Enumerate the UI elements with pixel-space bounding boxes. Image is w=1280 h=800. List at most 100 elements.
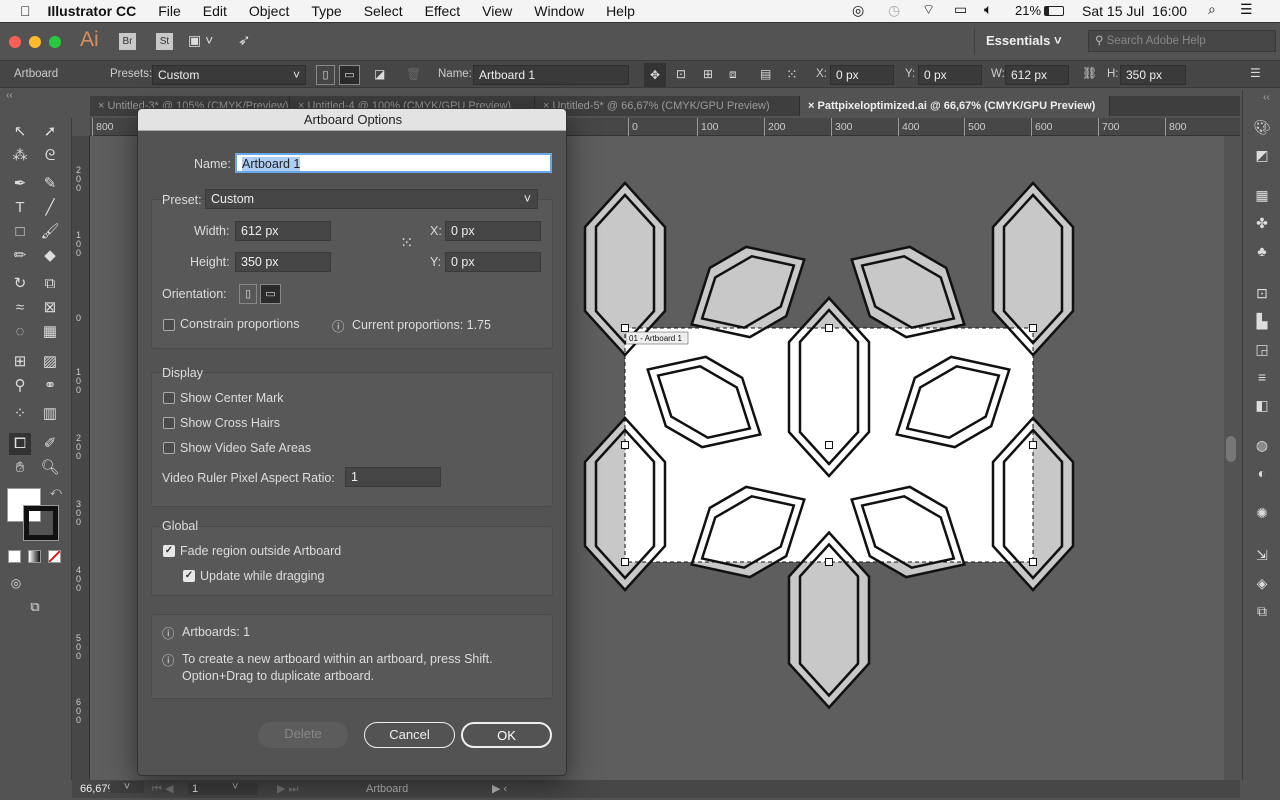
reference-point-icon[interactable]: ⁙: [400, 233, 413, 253]
hand-tool-icon[interactable]: ✋︎: [9, 457, 31, 479]
resize-handle[interactable]: [825, 441, 833, 449]
resize-handle[interactable]: [1029, 324, 1037, 332]
x-input[interactable]: [830, 65, 894, 85]
export-icon[interactable]: ⇲: [1253, 546, 1271, 564]
resize-handle[interactable]: [825, 324, 833, 332]
menu-select[interactable]: Select: [353, 3, 414, 19]
pathfinder-icon[interactable]: ◲: [1253, 340, 1271, 358]
minimize-window-button[interactable]: [29, 36, 41, 48]
new-artboard-icon[interactable]: ◪: [374, 67, 385, 81]
lasso-icon[interactable]: ᘓ: [39, 145, 61, 167]
eraser-icon[interactable]: ◆: [39, 245, 61, 267]
preset-dropdown[interactable]: Custom ˅: [205, 189, 538, 209]
height-input[interactable]: [235, 252, 331, 272]
transparency-icon[interactable]: ◍: [1253, 436, 1271, 454]
x-input[interactable]: [445, 221, 541, 241]
tab-untitled-5[interactable]: × Untitled-5* @ 66,67% (CMYK/GPU Preview…: [535, 96, 800, 116]
rectangle-tool-icon[interactable]: □: [9, 221, 31, 243]
gradient-icon[interactable]: ◧: [1253, 396, 1271, 414]
y-input[interactable]: [445, 252, 541, 272]
status-tool[interactable]: Artboard: [366, 783, 408, 795]
eyedropper-icon[interactable]: ⚲: [9, 375, 31, 397]
tab-pattpixeloptimized[interactable]: × Pattpixeloptimized.ai @ 66,67% (CMYK/G…: [800, 96, 1110, 116]
transform-icon[interactable]: ⊡: [1253, 284, 1271, 302]
portrait-button[interactable]: ▯: [316, 65, 335, 85]
artboard-number[interactable]: 1: [188, 783, 258, 795]
center-mark-icon[interactable]: ⊡: [676, 67, 686, 81]
status-menu-icon[interactable]: ▶ ‹: [492, 782, 507, 795]
slice-tool-icon[interactable]: ✐: [39, 433, 61, 455]
video-safe-icon[interactable]: ⧈: [729, 67, 737, 82]
paintbrush-icon[interactable]: 🖌︎: [39, 221, 61, 243]
link-proportions-icon[interactable]: ⛓: [1082, 66, 1097, 80]
airplay-icon[interactable]: ▭: [954, 1, 967, 18]
panel-menu-icon[interactable]: ☰: [1250, 66, 1261, 80]
show-video-safe-checkbox[interactable]: [163, 442, 175, 454]
search-help-input[interactable]: ⚲ Search Adobe Help: [1088, 30, 1276, 52]
zoom-window-button[interactable]: [49, 36, 61, 48]
arrange-documents-icon[interactable]: ▣ ˅: [188, 32, 213, 49]
ok-button[interactable]: OK: [461, 722, 552, 748]
none-mode-icon[interactable]: [48, 550, 61, 563]
constrain-proportions-checkbox[interactable]: [163, 319, 175, 331]
vertical-ruler[interactable]: 200 100 0 100 200 300 400 500 600: [72, 136, 90, 780]
menu-view[interactable]: View: [471, 3, 523, 19]
artboards-icon[interactable]: ⧉: [1253, 602, 1271, 620]
pixel-aspect-input[interactable]: [345, 467, 441, 487]
workspace-switcher[interactable]: Essentials ˅: [986, 33, 1062, 48]
gradient-tool-icon[interactable]: ▨: [39, 351, 61, 373]
height-input[interactable]: [1120, 65, 1186, 85]
screen-mode-icon[interactable]: ⧉: [24, 596, 46, 618]
close-window-button[interactable]: [9, 36, 21, 48]
menu-help[interactable]: Help: [595, 3, 646, 19]
width-tool-icon[interactable]: ≈: [9, 297, 31, 319]
line-tool-icon[interactable]: ╱: [39, 197, 61, 219]
artboard-options-icon[interactable]: ▤: [760, 67, 771, 81]
stock-button[interactable]: St: [156, 33, 173, 50]
column-graph-icon[interactable]: ▥: [39, 403, 61, 425]
direct-selection-tool-icon[interactable]: ➚: [39, 121, 61, 143]
type-tool-icon[interactable]: T: [9, 197, 31, 219]
artboard-name-input[interactable]: [473, 65, 629, 85]
color-mode-icon[interactable]: [8, 550, 21, 563]
cross-hairs-icon[interactable]: ⊞: [703, 67, 713, 81]
gradient-mode-icon[interactable]: [28, 550, 41, 563]
brushes-icon[interactable]: ✤: [1253, 214, 1271, 232]
resize-handle[interactable]: [621, 441, 629, 449]
landscape-button[interactable]: ▭: [339, 65, 360, 85]
width-input[interactable]: [1005, 65, 1069, 85]
time-machine-icon[interactable]: ◷: [888, 2, 900, 19]
graphic-styles-icon[interactable]: ✺: [1253, 504, 1271, 522]
zoom-dropdown-icon[interactable]: ˅: [110, 781, 144, 793]
spotlight-icon[interactable]: ⌕: [1208, 1, 1216, 18]
reference-point-icon[interactable]: ⁙: [786, 66, 798, 83]
fade-region-checkbox[interactable]: ✓: [163, 545, 175, 557]
blend-tool-icon[interactable]: ⚭: [39, 375, 61, 397]
resize-handle[interactable]: [621, 324, 629, 332]
shape-builder-icon[interactable]: ◌: [9, 321, 31, 343]
rotate-tool-icon[interactable]: ↻: [9, 273, 31, 295]
portrait-button[interactable]: ▯: [239, 284, 257, 304]
clock[interactable]: Sat 15 Jul 16:00: [1082, 3, 1187, 19]
presets-dropdown[interactable]: Custom ˅: [152, 65, 306, 85]
vertical-scrollbar-thumb[interactable]: [1226, 436, 1236, 462]
color-guide-icon[interactable]: ◩: [1253, 146, 1271, 164]
swap-fill-stroke-icon[interactable]: ⤺: [50, 486, 62, 499]
mesh-tool-icon[interactable]: ⊞: [9, 351, 31, 373]
wifi-icon[interactable]: ⌔: [922, 1, 935, 19]
name-input[interactable]: Artboard 1: [235, 153, 552, 173]
pen-tool-icon[interactable]: ✒: [9, 173, 31, 195]
gpu-performance-icon[interactable]: ➶: [238, 31, 251, 49]
free-transform-icon[interactable]: ⊠: [39, 297, 61, 319]
align-icon[interactable]: ▙: [1253, 312, 1271, 330]
menu-edit[interactable]: Edit: [192, 3, 238, 19]
zoom-tool-icon[interactable]: 🔍︎: [39, 457, 61, 479]
resize-handle[interactable]: [825, 558, 833, 566]
show-cross-hairs-checkbox[interactable]: [163, 417, 175, 429]
resize-handle[interactable]: [1029, 441, 1037, 449]
pencil-icon[interactable]: ✏: [9, 245, 31, 267]
magic-wand-icon[interactable]: ⁂: [9, 145, 31, 167]
layers-icon[interactable]: ◈: [1253, 574, 1271, 592]
collapse-toolbar-icon[interactable]: ‹‹: [6, 90, 13, 101]
width-input[interactable]: [235, 221, 331, 241]
